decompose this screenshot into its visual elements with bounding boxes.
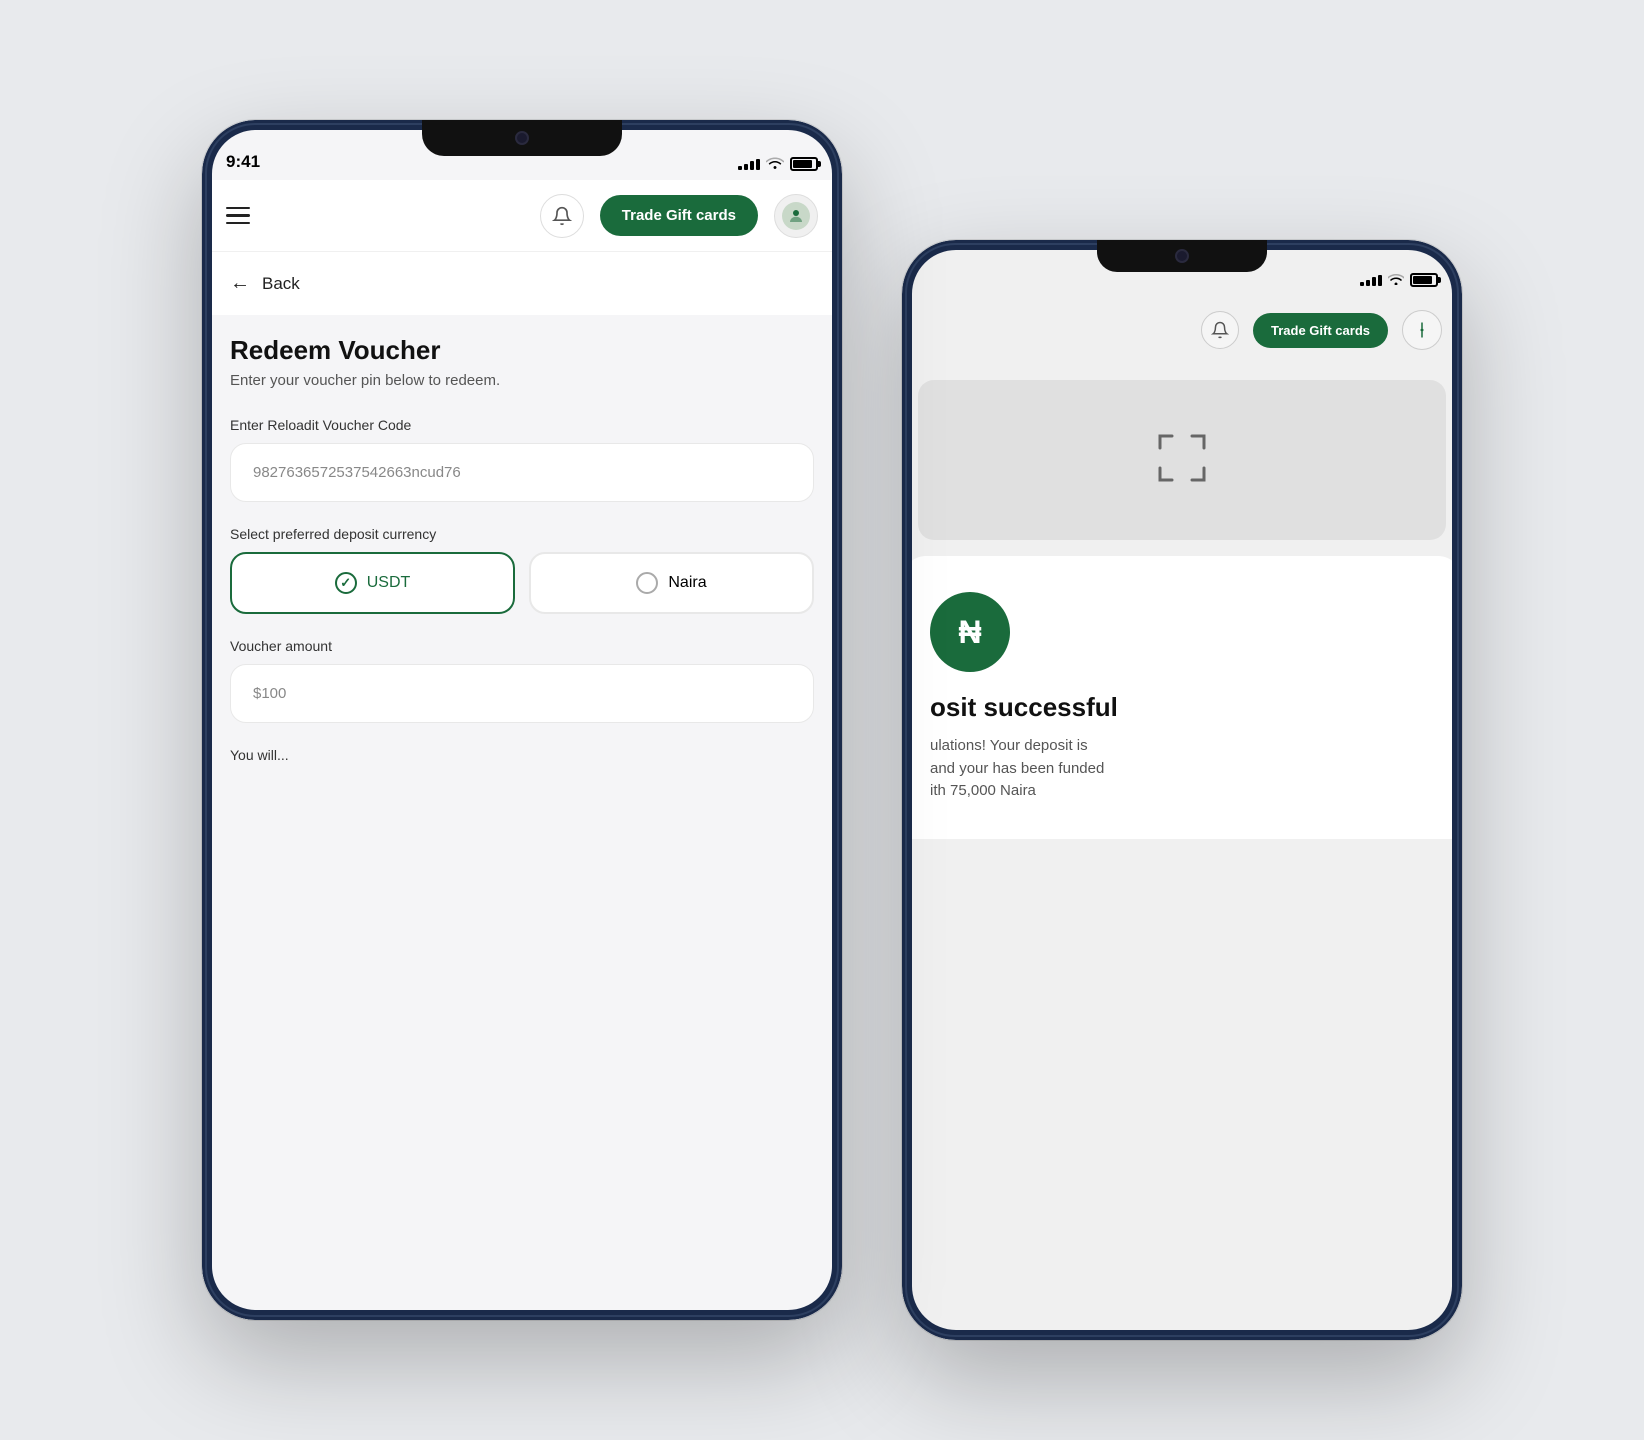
usdt-check-mark: ✓ xyxy=(340,575,351,591)
main-form-content: Redeem Voucher Enter your voucher pin be… xyxy=(202,335,842,763)
phone1-battery-fill xyxy=(793,160,812,168)
phone1-scroll-area: ← Back Redeem Voucher Enter your voucher… xyxy=(202,252,842,1320)
back-row: ← Back xyxy=(202,252,842,315)
back-label[interactable]: Back xyxy=(262,274,300,294)
naira-radio-circle xyxy=(636,572,658,594)
success-card: ₦ osit successful ulations! Your deposit… xyxy=(902,556,1462,839)
phone2-wifi-icon xyxy=(1388,272,1404,288)
signal-bar-3 xyxy=(750,161,754,170)
signal-bar-4 xyxy=(1378,275,1382,286)
scan-frame-icon xyxy=(1152,428,1212,493)
phone2-header: Trade Gift cards xyxy=(902,296,1462,364)
trade-gift-cards-button[interactable]: Trade Gift cards xyxy=(600,195,758,236)
phone2-status-icons xyxy=(1360,272,1438,288)
phone1-battery-icon xyxy=(790,157,818,171)
phone2-bell-button[interactable] xyxy=(1201,311,1239,349)
phone2-camera xyxy=(1175,249,1189,263)
success-title: osit successful xyxy=(930,692,1434,723)
hamburger-line-2 xyxy=(226,214,250,217)
hamburger-menu-button[interactable] xyxy=(226,207,250,225)
phone-2: Trade Gift cards xyxy=(902,240,1462,1340)
phone2-battery-icon xyxy=(1410,273,1438,287)
voucher-code-label: Enter Reloadit Voucher Code xyxy=(230,417,814,433)
signal-bar-2 xyxy=(1366,280,1370,286)
phone1-camera xyxy=(515,131,529,145)
phone1-signal xyxy=(738,159,760,170)
naira-label: Naira xyxy=(668,574,706,592)
naira-symbol: ₦ xyxy=(958,614,981,651)
phone2-notch xyxy=(1097,240,1267,272)
voucher-code-input[interactable]: 9827636572537542663ncud76 xyxy=(230,443,814,502)
voucher-amount-input[interactable]: $100 xyxy=(230,664,814,723)
signal-bar-4 xyxy=(756,159,760,170)
currency-label: Select preferred deposit currency xyxy=(230,526,814,542)
phone-1: 9:41 xyxy=(202,120,842,1320)
back-arrow-icon: ← xyxy=(230,272,250,295)
phone1-notch xyxy=(422,120,622,156)
phone2-battery-fill xyxy=(1413,276,1432,284)
scan-qr-area[interactable] xyxy=(918,380,1446,540)
page-title: Redeem Voucher xyxy=(230,335,814,366)
naira-currency-button[interactable]: Naira xyxy=(529,552,814,614)
success-icon-circle: ₦ xyxy=(930,592,1010,672)
phone1-header: Trade Gift cards xyxy=(202,180,842,252)
signal-bar-3 xyxy=(1372,277,1376,286)
phone1-wifi-icon xyxy=(766,156,784,172)
avatar-button[interactable] xyxy=(774,194,818,238)
usdt-currency-button[interactable]: ✓ USDT xyxy=(230,552,515,614)
signal-bar-1 xyxy=(1360,282,1364,286)
signal-bar-1 xyxy=(738,166,742,170)
phone2-scroll-area: ₦ osit successful ulations! Your deposit… xyxy=(902,364,1462,1340)
hamburger-line-1 xyxy=(226,207,250,210)
phone1-content: 9:41 xyxy=(202,120,842,1320)
phone2-signal xyxy=(1360,275,1382,286)
success-text: ulations! Your deposit is and your has b… xyxy=(930,735,1434,803)
you-will-label: You will... xyxy=(230,747,814,763)
voucher-amount-label: Voucher amount xyxy=(230,638,814,654)
phone2-content: Trade Gift cards xyxy=(902,240,1462,1340)
usdt-label: USDT xyxy=(367,574,411,592)
phone2-trade-button[interactable]: Trade Gift cards xyxy=(1253,313,1388,348)
hamburger-line-3 xyxy=(226,222,250,225)
page-subtitle: Enter your voucher pin below to redeem. xyxy=(230,372,814,389)
phone1-status-icons xyxy=(738,156,818,172)
currency-selector: ✓ USDT Naira xyxy=(230,552,814,614)
usdt-check-circle: ✓ xyxy=(335,572,357,594)
scene: Trade Gift cards xyxy=(122,80,1522,1360)
phone2-filter-button[interactable] xyxy=(1402,310,1442,350)
signal-bar-2 xyxy=(744,164,748,170)
avatar-inner xyxy=(782,202,810,230)
bell-button[interactable] xyxy=(540,194,584,238)
